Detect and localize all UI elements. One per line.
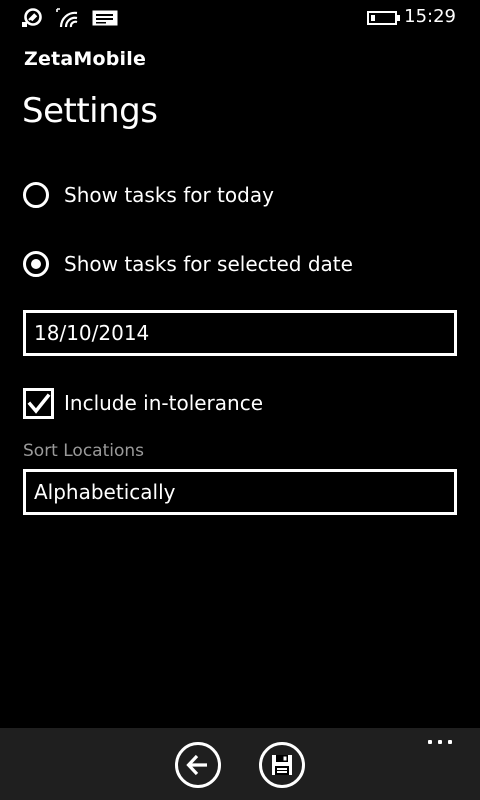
sort-locations-label: Sort Locations (23, 441, 145, 461)
page-title: Settings (22, 91, 158, 131)
radio-show-tasks-today[interactable]: Show tasks for today (23, 179, 274, 211)
message-icon (92, 10, 118, 26)
notification-icon (22, 8, 42, 27)
checkbox-label: Include in-tolerance (64, 391, 264, 415)
radio-selected-icon[interactable] (23, 251, 49, 277)
status-bar: 15:29 (0, 0, 480, 34)
radio-unselected-icon[interactable] (23, 182, 49, 208)
checkbox-checked-icon[interactable] (23, 387, 54, 419)
sort-locations-value: Alphabetically (34, 480, 176, 504)
radio-label-today: Show tasks for today (64, 183, 274, 207)
date-field-value: 18/10/2014 (34, 321, 150, 345)
back-button[interactable] (175, 742, 221, 788)
battery-icon (367, 11, 400, 25)
app-bar (0, 728, 480, 800)
more-icon[interactable] (428, 738, 456, 746)
sort-locations-picker[interactable]: Alphabetically (23, 469, 457, 515)
date-field[interactable]: 18/10/2014 (23, 310, 457, 356)
radio-label-selected-date: Show tasks for selected date (64, 252, 353, 276)
save-button[interactable] (259, 742, 305, 788)
app-title: ZetaMobile (24, 48, 147, 70)
back-icon (186, 754, 207, 776)
save-icon (272, 755, 292, 775)
wifi-signal-icon (56, 8, 78, 28)
include-in-tolerance-toggle[interactable]: Include in-tolerance (23, 387, 263, 419)
clock: 15:29 (404, 6, 456, 27)
radio-show-tasks-selected-date[interactable]: Show tasks for selected date (23, 248, 353, 280)
